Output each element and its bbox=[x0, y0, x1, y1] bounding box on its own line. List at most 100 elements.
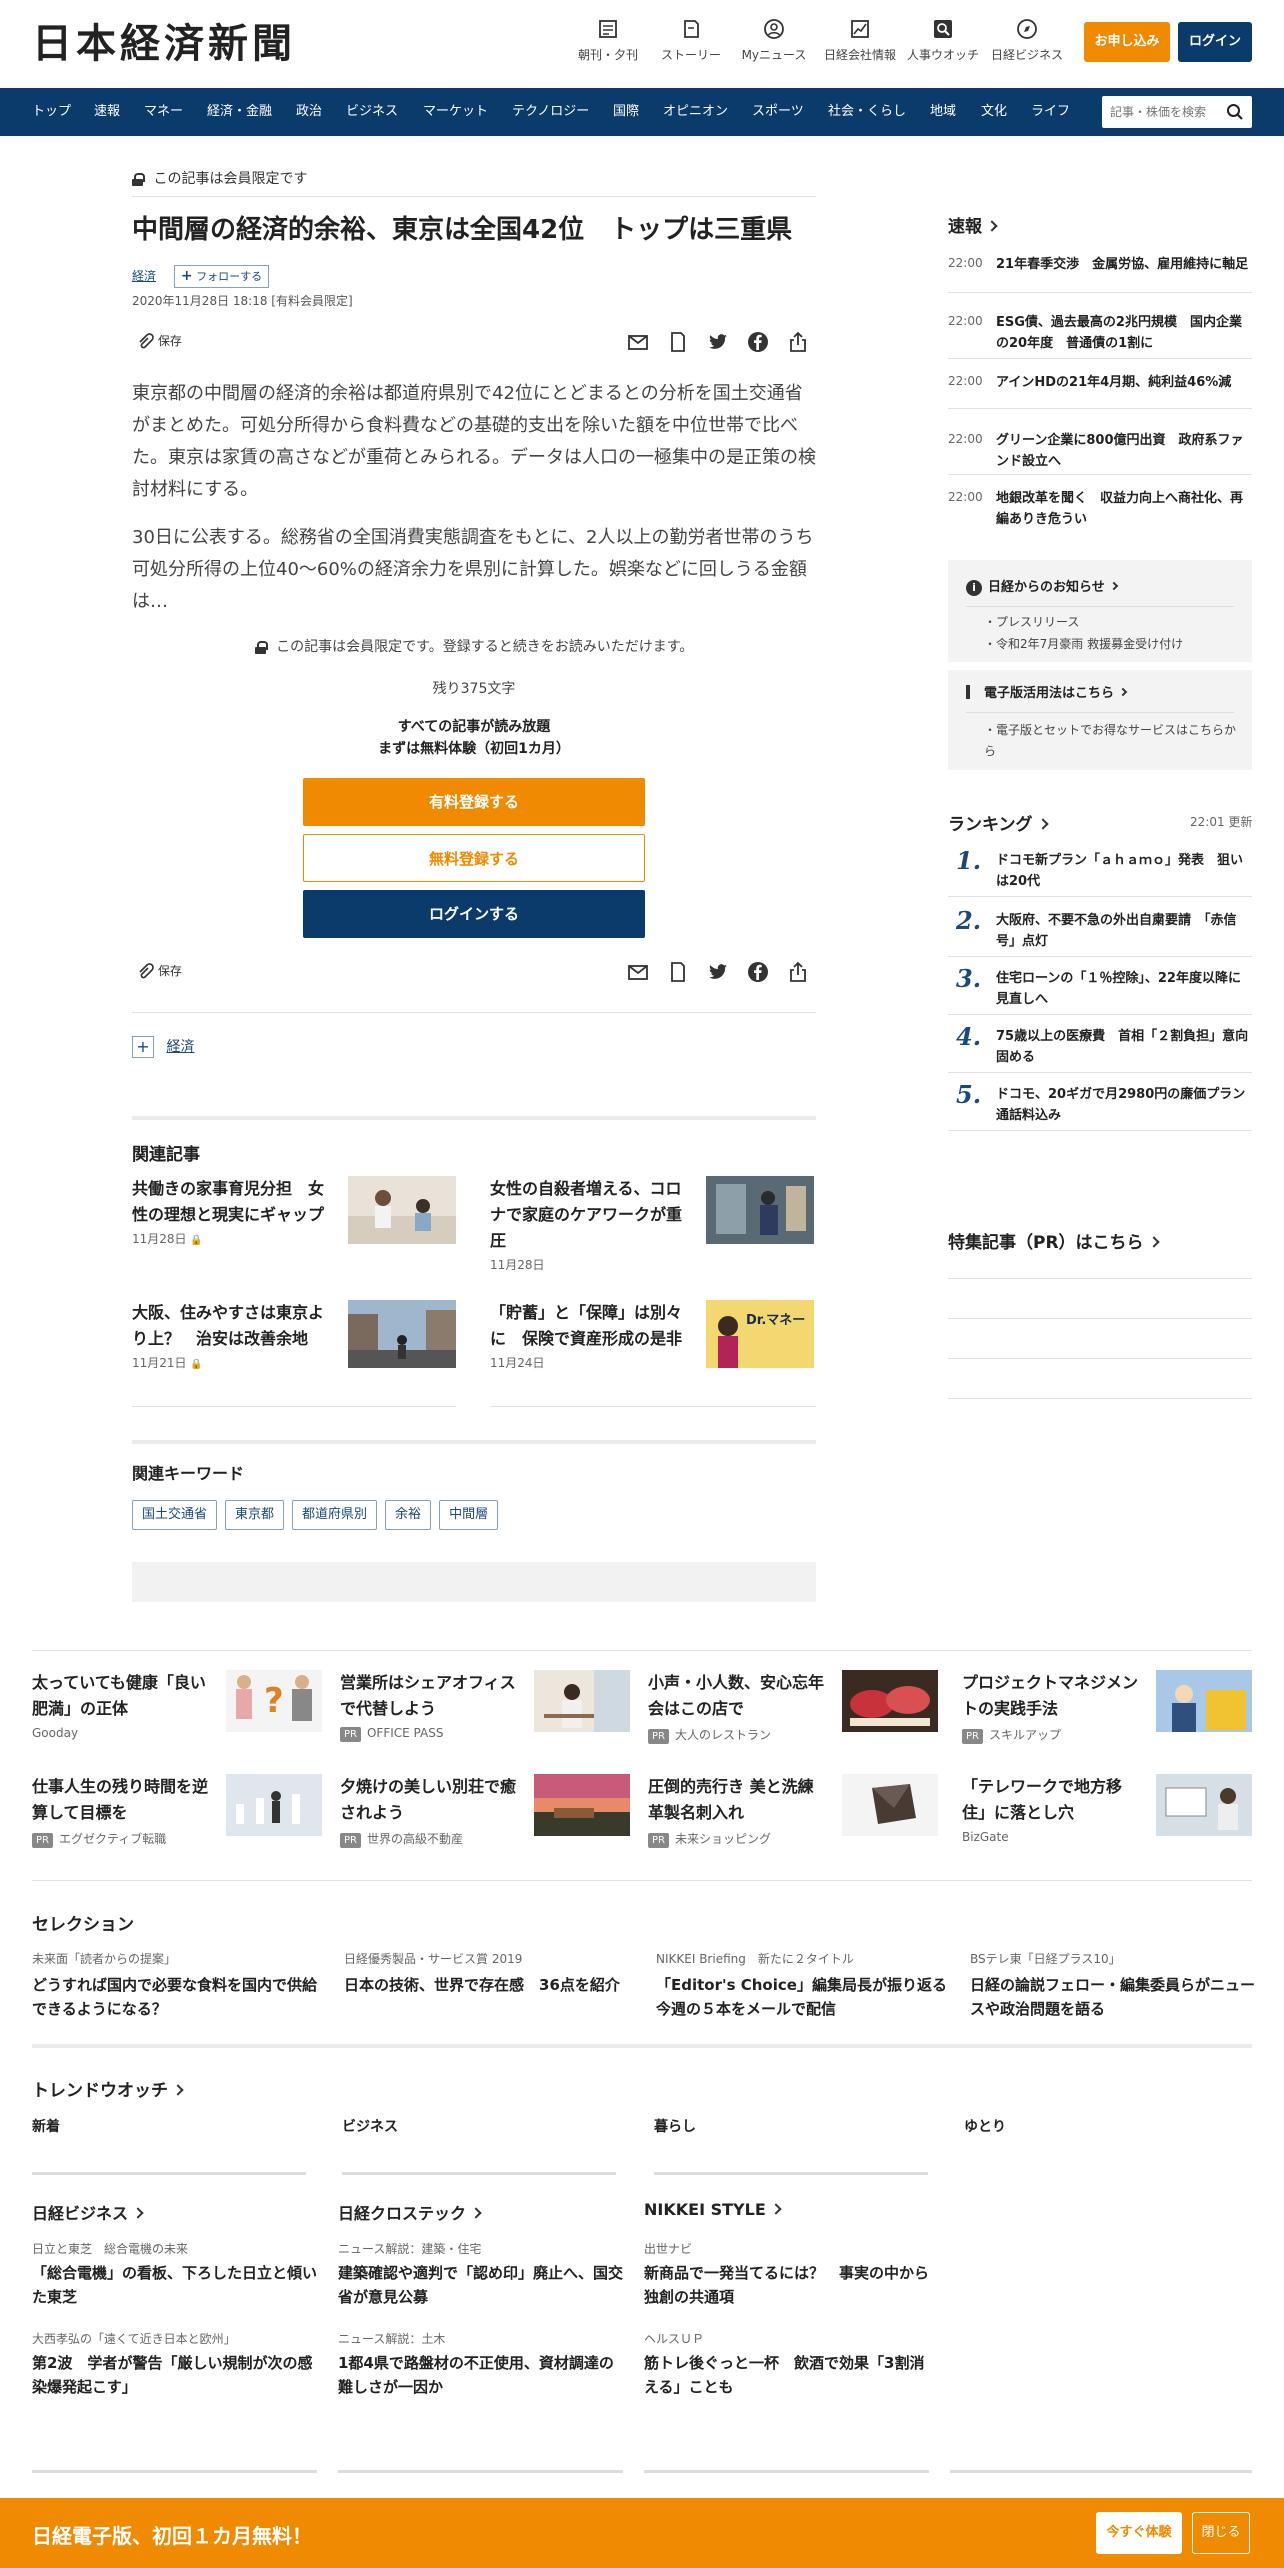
mail-icon[interactable] bbox=[626, 960, 650, 984]
nav-personnel-watch[interactable]: 人事ウオッチ bbox=[903, 18, 983, 63]
nav-item-business[interactable]: ビジネス bbox=[346, 88, 398, 136]
block-heading-nikkei-style[interactable]: NIKKEI STYLE bbox=[644, 2200, 782, 2219]
selection-item[interactable]: 未来面「読者からの提案」 どうすれば国内で必要な食料を国内で供給できるようになる？ bbox=[32, 1950, 328, 2021]
related-article[interactable]: 女性の自殺者増える、コロナで家庭のケアワークが重圧 11月28日 bbox=[490, 1176, 814, 1280]
nav-item-market[interactable]: マーケット bbox=[423, 88, 488, 136]
date-text: 11月28日 bbox=[132, 1232, 187, 1246]
nav-item-culture[interactable]: 文化 bbox=[981, 88, 1007, 136]
related-article[interactable]: 共働きの家事育児分担 女性の理想と現実にギャップ 11月28日 🔒 bbox=[132, 1176, 456, 1280]
clip-article-icon[interactable] bbox=[666, 330, 690, 354]
block-label: ヘルスＵＰ bbox=[644, 2332, 705, 2346]
promo-item[interactable]: 太っていても健康「良い肥満」の正体 Gooday ? bbox=[32, 1670, 322, 1750]
clip-article-icon[interactable] bbox=[666, 960, 690, 984]
ranking-heading[interactable]: ランキング bbox=[948, 810, 1049, 835]
notice-heading[interactable]: i 日経からのお知らせ bbox=[966, 576, 1118, 596]
nav-item-society[interactable]: 社会・くらし bbox=[828, 88, 906, 136]
pr-features-heading[interactable]: 特集記事（PR）はこちら bbox=[948, 1228, 1160, 1253]
nav-item-international[interactable]: 国際 bbox=[613, 88, 639, 136]
nav-item-technology[interactable]: テクノロジー bbox=[512, 88, 589, 136]
divider bbox=[490, 1406, 816, 1407]
nav-item-economy[interactable]: 経済・金融 bbox=[207, 88, 272, 136]
ebook-heading[interactable]: 電子版活用法はこちら bbox=[966, 682, 1128, 701]
try-now-button[interactable]: 今すぐ体験 bbox=[1096, 2512, 1182, 2554]
nav-item-top[interactable]: トップ bbox=[32, 88, 71, 136]
facebook-icon[interactable] bbox=[746, 330, 770, 354]
promo-item[interactable]: 仕事人生の残り時間を逆算して目標を PR エグゼクティブ転職 bbox=[32, 1774, 322, 1854]
block-heading-nikkei-business[interactable]: 日経ビジネス bbox=[32, 2200, 144, 2224]
notice-link[interactable]: ・プレスリリース bbox=[984, 612, 1240, 633]
selection-item[interactable]: BSテレ東「日経プラス10」 日経の論説フェロー・編集委員らがニュースや政治問題を… bbox=[970, 1950, 1266, 2021]
block-article[interactable]: ニュース解説：土木 1都4県で路盤材の不正使用、資材調達の難しさが一因か bbox=[338, 2330, 623, 2399]
related-article[interactable]: 大阪、住みやすさは東京より上？ 治安は改善余地 11月21日 🔒 bbox=[132, 1300, 456, 1404]
block-article[interactable]: 日立と東芝 総合電機の未来 「総合電機」の看板、下ろした日立と傾いた東芝 bbox=[32, 2240, 317, 2309]
nav-company-info[interactable]: 日経会社情報 bbox=[820, 18, 900, 63]
selection-text: 「Editor's Choice」編集局長が振り返る今週の５本をメールで配信 bbox=[656, 1976, 947, 2018]
nav-my-news[interactable]: Myニュース bbox=[734, 18, 814, 63]
twitter-icon[interactable] bbox=[706, 330, 730, 354]
related-article[interactable]: 「貯蓄」と「保障」は別々に 保険で資産形成の是非 11月24日 Dr.マネー bbox=[490, 1300, 814, 1404]
save-button[interactable]: 保存 bbox=[136, 332, 182, 351]
search-input[interactable] bbox=[1102, 96, 1217, 128]
site-logo[interactable]: 日本経済新聞 bbox=[32, 22, 296, 66]
promo-item[interactable]: 圧倒的売行き 美と洗練 革製名刺入れ PR 未来ショッピング bbox=[648, 1774, 938, 1854]
block-article[interactable]: ヘルスＵＰ 筋トレ後ぐっと一杯 飲酒で効果「3割消える」ことも bbox=[644, 2330, 929, 2399]
keyword-tag[interactable]: 国土交通省 bbox=[132, 1500, 218, 1530]
twitter-icon[interactable] bbox=[706, 960, 730, 984]
selection-item[interactable]: 日経優秀製品・サービス賞 2019 日本の技術、世界で存在感 36点を紹介 bbox=[344, 1950, 640, 1997]
promo-item[interactable]: プロジェクトマネジメントの実践手法 PR スキルアップ bbox=[962, 1670, 1252, 1750]
trend-watch-heading[interactable]: トレンドウオッチ bbox=[32, 2076, 184, 2101]
promo-item[interactable]: 小声・小人数、安心忘年会はこの店で PR 大人のレストラン bbox=[648, 1670, 938, 1750]
nav-item-breaking[interactable]: 速報 bbox=[94, 88, 120, 136]
keyword-tag[interactable]: 都道府県別 bbox=[292, 1500, 378, 1530]
divider bbox=[32, 1880, 1252, 1881]
promo-item[interactable]: 営業所はシェアオフィスで代替しよう PR OFFICE PASS bbox=[340, 1670, 630, 1750]
nav-item-politics[interactable]: 政治 bbox=[296, 88, 322, 136]
follow-topic[interactable]: + 経済 bbox=[132, 1036, 194, 1058]
nav-item-money[interactable]: マネー bbox=[144, 88, 183, 136]
notice-link[interactable]: ・令和2年7月豪雨 救援募金受け付け bbox=[984, 634, 1240, 655]
nav-story[interactable]: ストーリー bbox=[651, 18, 731, 63]
keyword-tag[interactable]: 東京都 bbox=[225, 1500, 285, 1530]
trend-tab[interactable]: ゆとり bbox=[964, 2116, 1006, 2136]
breaking-news-heading[interactable]: 速報 bbox=[948, 212, 998, 237]
keyword-tag[interactable]: 中間層 bbox=[439, 1500, 499, 1530]
search-icon[interactable] bbox=[1226, 103, 1244, 121]
trend-tab[interactable]: 暮らし bbox=[654, 2116, 696, 2136]
login-article-button[interactable]: ログインする bbox=[303, 890, 645, 938]
share-icon[interactable] bbox=[786, 960, 810, 984]
related-title: 大阪、住みやすさは東京より上？ 治安は改善余地 bbox=[132, 1303, 325, 1348]
share-icon[interactable] bbox=[786, 330, 810, 354]
facebook-icon[interactable] bbox=[746, 960, 770, 984]
article-tag[interactable]: 経済 bbox=[132, 269, 156, 283]
selection-item[interactable]: NIKKEI Briefing 新たに２タイトル 「Editor's Choice… bbox=[656, 1950, 952, 2021]
block-article[interactable]: 出世ナビ 新商品で一発当てるには？ 事実の中から独創の共通項 bbox=[644, 2240, 929, 2309]
nav-label: 朝刊・夕刊 bbox=[577, 48, 638, 62]
free-register-button[interactable]: 無料登録する bbox=[303, 834, 645, 882]
promo-item[interactable]: 「テレワークで地方移住」に落とし穴 BizGate bbox=[962, 1774, 1252, 1854]
follow-button[interactable]: + フォローする bbox=[173, 265, 270, 288]
block-heading-xtech[interactable]: 日経クロステック bbox=[338, 2200, 482, 2224]
apply-button[interactable]: お申し込み bbox=[1084, 22, 1170, 62]
nav-morning-evening[interactable]: 朝刊・夕刊 bbox=[568, 18, 648, 63]
promo-source: PR OFFICE PASS bbox=[340, 1726, 443, 1742]
block-article[interactable]: ニュース解説：建築・住宅 建築確認や適判で「認め印」廃止へ、国交省が意見公募 bbox=[338, 2240, 623, 2309]
mail-icon[interactable] bbox=[626, 330, 650, 354]
close-banner-button[interactable]: 閉じる bbox=[1192, 2512, 1250, 2554]
block-article[interactable]: 大西孝弘の「遠くて近き日本と欧州」 第2波 学者が警告「厳しい規制が次の感染爆発起… bbox=[32, 2330, 317, 2399]
nav-item-region[interactable]: 地域 bbox=[930, 88, 956, 136]
news-time: 22:00 bbox=[948, 432, 983, 446]
nav-item-sports[interactable]: スポーツ bbox=[752, 88, 804, 136]
news-time: 22:00 bbox=[948, 374, 983, 388]
login-button[interactable]: ログイン bbox=[1178, 22, 1252, 62]
divider bbox=[342, 2172, 616, 2175]
ebook-link[interactable]: ・電子版とセットでお得なサービスはこちらから bbox=[984, 720, 1240, 762]
promo-item[interactable]: 夕焼けの美しい別荘で癒されよう PR 世界の高級不動産 bbox=[340, 1774, 630, 1854]
trend-tab[interactable]: ビジネス bbox=[342, 2116, 398, 2136]
nav-nikkei-business[interactable]: 日経ビジネス bbox=[987, 18, 1067, 63]
nav-item-life[interactable]: ライフ bbox=[1031, 88, 1070, 136]
save-button[interactable]: 保存 bbox=[136, 962, 182, 981]
keyword-tag[interactable]: 余裕 bbox=[385, 1500, 432, 1530]
nav-item-opinion[interactable]: オピニオン bbox=[663, 88, 728, 136]
trend-tab[interactable]: 新着 bbox=[32, 2116, 60, 2136]
paid-register-button[interactable]: 有料登録する bbox=[303, 778, 645, 826]
